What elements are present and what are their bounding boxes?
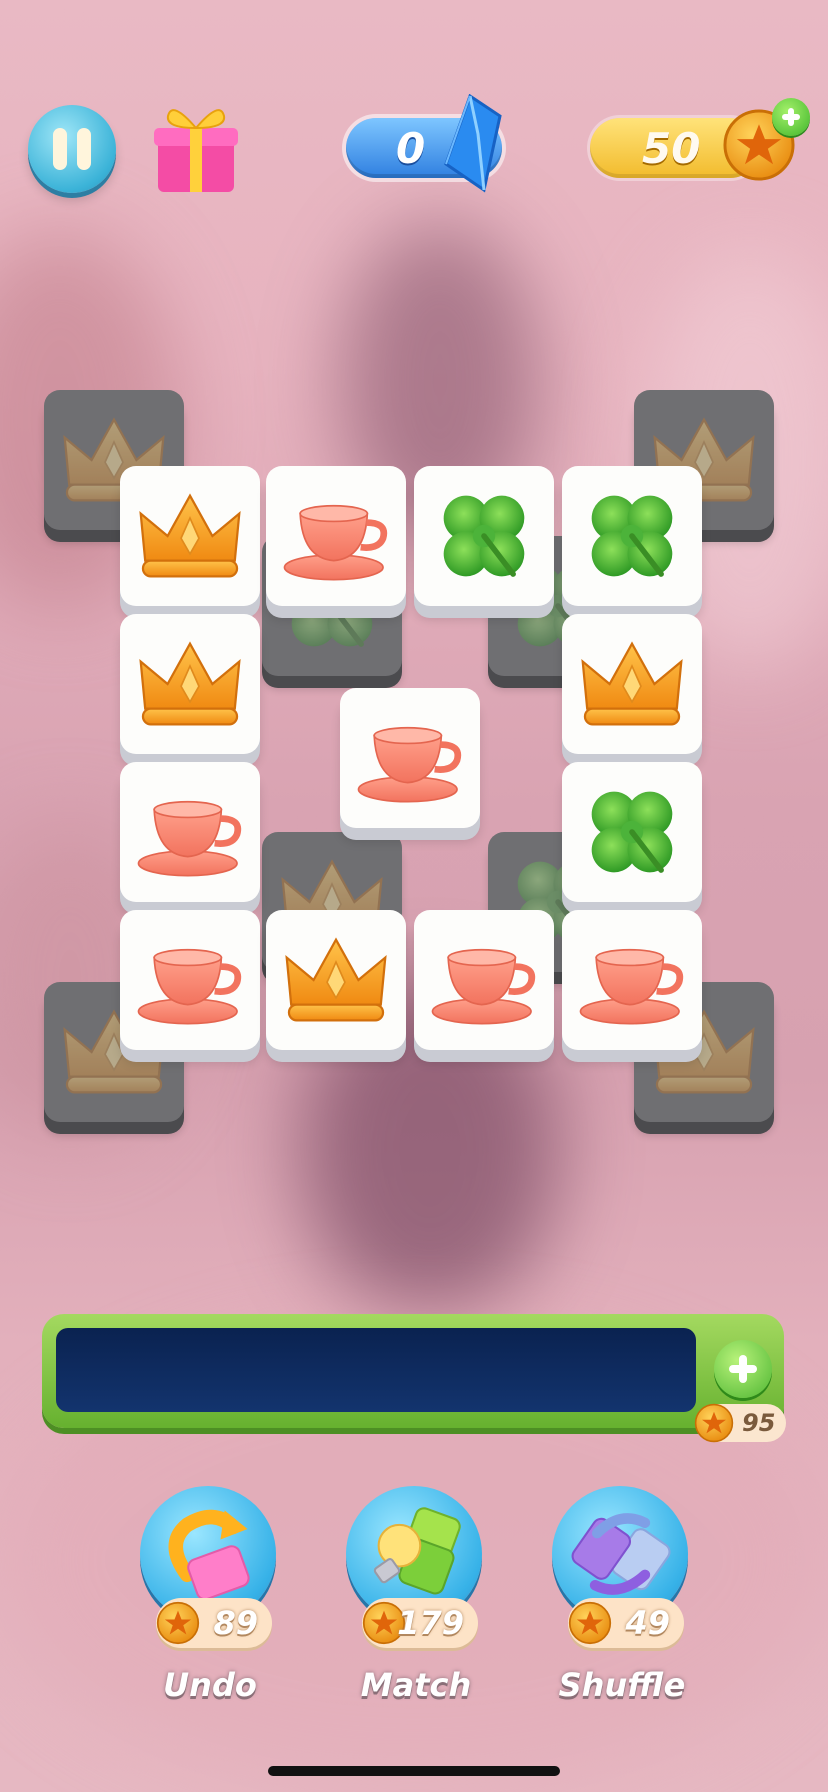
coins-value: 50 [642, 123, 701, 173]
tile-teacup[interactable] [120, 910, 260, 1050]
lightbulb-icon [373, 1507, 461, 1595]
tile-clover[interactable] [562, 762, 702, 902]
crown-icon [576, 628, 688, 740]
coin-icon [156, 1601, 200, 1645]
tile-clover[interactable] [562, 466, 702, 606]
tile-teacup[interactable] [266, 466, 406, 606]
home-indicator[interactable] [268, 1766, 560, 1776]
pause-icon [53, 128, 67, 170]
shuffle-icon [571, 1513, 671, 1595]
tile-crown[interactable] [120, 466, 260, 606]
gift-icon[interactable] [152, 98, 240, 196]
match-cost: 179 [362, 1598, 478, 1648]
clover-icon [428, 480, 540, 592]
tile-teacup[interactable] [414, 910, 554, 1050]
shuffle-cost-value: 49 [625, 1604, 670, 1642]
tile-teacup[interactable] [562, 910, 702, 1050]
shuffle-cost: 49 [568, 1598, 684, 1648]
extend-tray-button[interactable] [714, 1340, 772, 1398]
tile-crown[interactable] [562, 614, 702, 754]
shuffle-booster[interactable]: 49 Shuffle [552, 1486, 692, 1706]
teacup-icon [280, 480, 392, 592]
undo-label: Undo [163, 1666, 257, 1704]
coin-icon [694, 1403, 734, 1443]
coin-icon [568, 1601, 612, 1645]
crown-icon [134, 628, 246, 740]
teacup-icon [576, 924, 688, 1036]
tile-tray [42, 1314, 784, 1428]
teacup-icon [134, 924, 246, 1036]
extend-tray-cost-value: 95 [742, 1409, 776, 1437]
tile-crown[interactable] [120, 614, 260, 754]
undo-booster[interactable]: 89 Undo [140, 1486, 280, 1706]
tile-teacup[interactable] [340, 688, 480, 828]
gems-value: 0 [396, 123, 426, 173]
undo-cost: 89 [156, 1598, 272, 1648]
tray-slots [56, 1328, 696, 1412]
undo-cost-value: 89 [213, 1604, 258, 1642]
plus-icon [782, 108, 800, 126]
teacup-icon [428, 924, 540, 1036]
crown-icon [134, 480, 246, 592]
tile-teacup[interactable] [120, 762, 260, 902]
teacup-icon [134, 776, 246, 888]
gem-icon [444, 94, 502, 193]
extend-tray-cost: 95 [698, 1404, 786, 1442]
add-coins-button[interactable] [772, 98, 810, 136]
crown-icon [280, 924, 392, 1036]
plus-icon [729, 1355, 757, 1383]
tile-clover[interactable] [414, 466, 554, 606]
match-booster[interactable]: 179 Match [346, 1486, 486, 1706]
undo-icon [168, 1509, 250, 1601]
pause-button[interactable] [28, 105, 116, 193]
clover-icon [576, 480, 688, 592]
teacup-icon [354, 702, 466, 814]
match-label: Match [360, 1666, 472, 1704]
match-cost-value: 179 [397, 1604, 464, 1642]
shuffle-label: Shuffle [558, 1666, 686, 1704]
clover-icon [576, 776, 688, 888]
tile-crown[interactable] [266, 910, 406, 1050]
